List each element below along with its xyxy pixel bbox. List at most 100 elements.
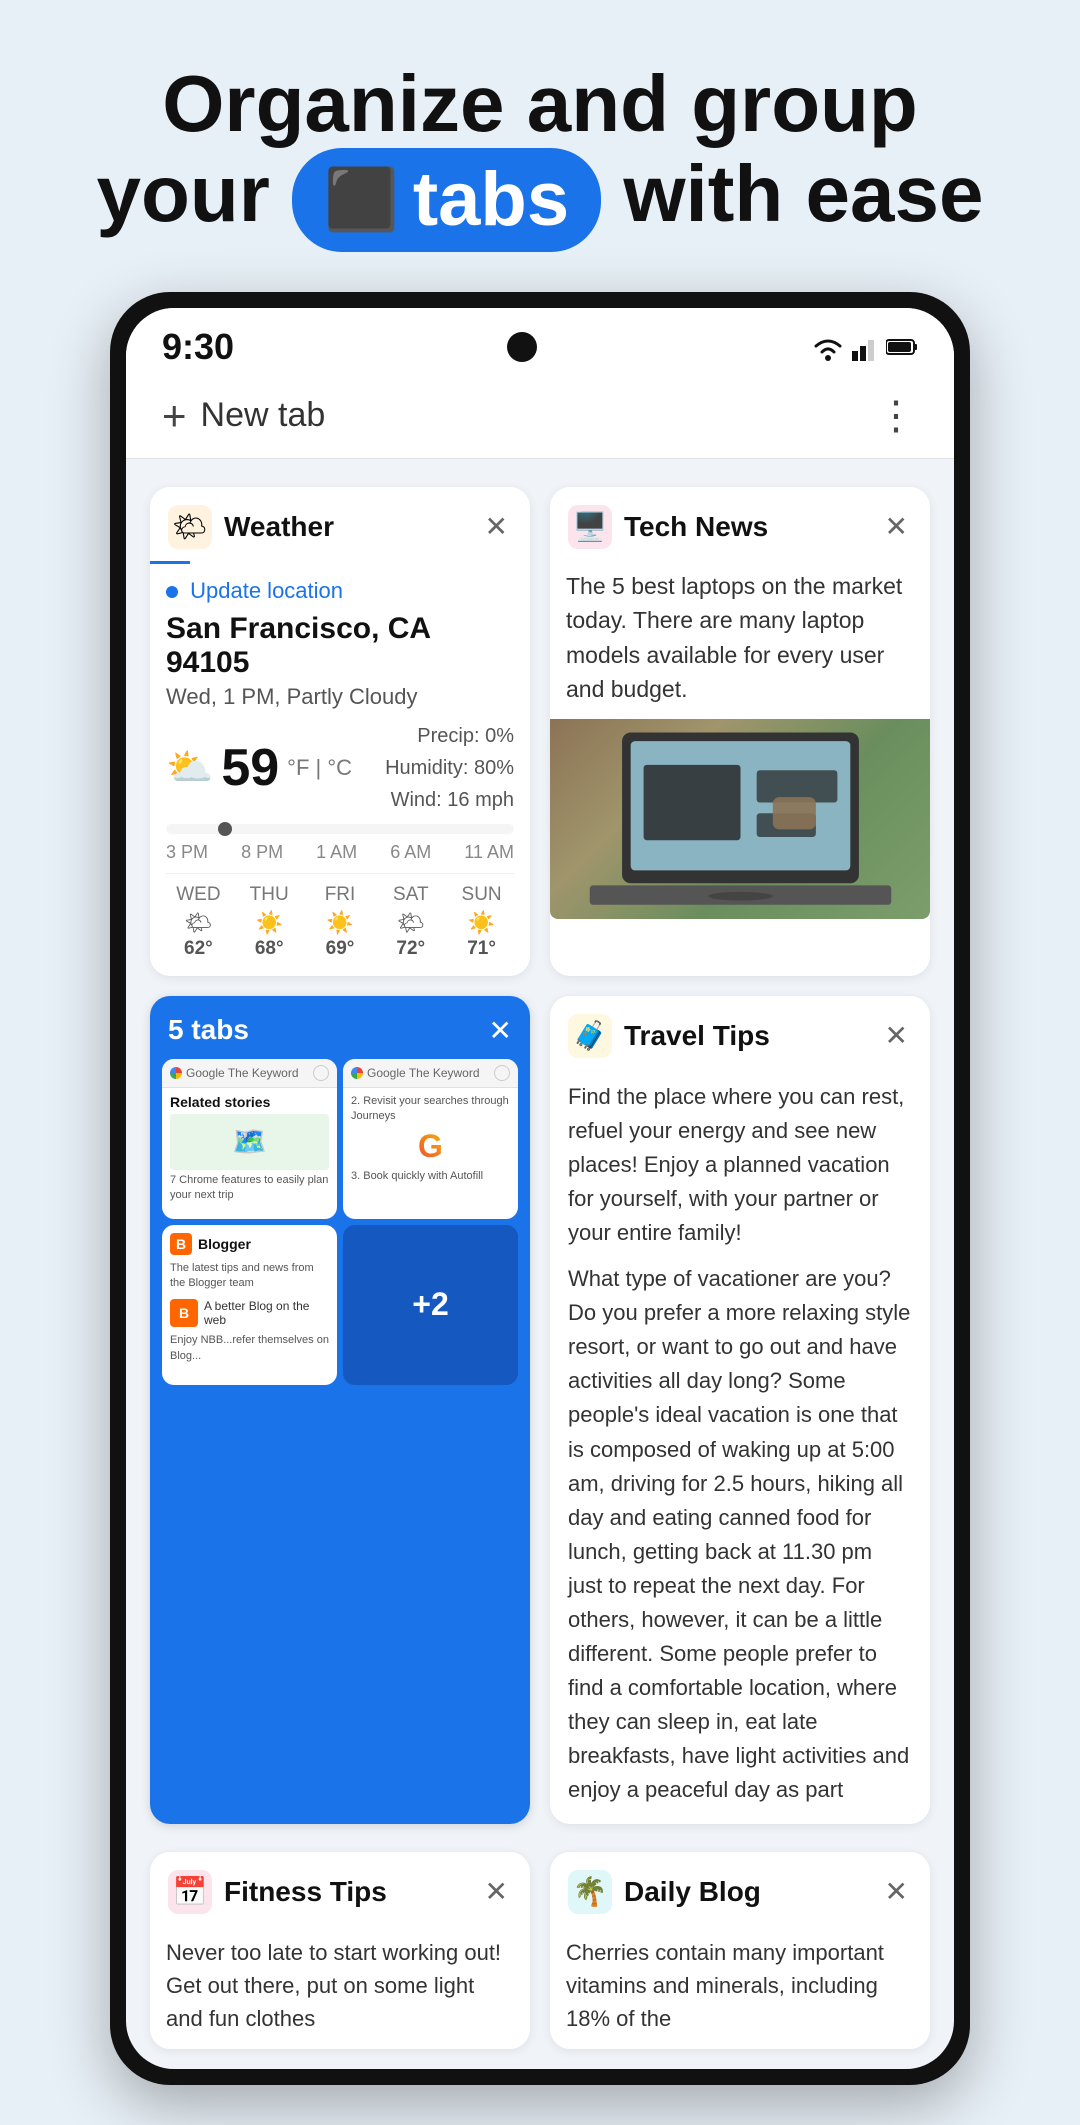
blogger-title: Blogger — [198, 1236, 251, 1252]
mini-tab-1-content: Related stories 🗺️ 7 Chrome features to … — [162, 1088, 337, 1210]
mini-plus2[interactable]: +2 — [343, 1225, 518, 1385]
mini-tab-2-content: 2. Revisit your searches through Journey… — [343, 1088, 518, 1191]
blog-content: Cherries contain many important vitamins… — [550, 1926, 930, 2049]
update-dot — [166, 586, 178, 598]
google-favicon-2 — [351, 1067, 363, 1079]
status-time: 9:30 — [162, 326, 234, 368]
blog-card-header: 🌴 Daily Blog ✕ — [550, 1852, 930, 1926]
fitness-tips-card[interactable]: 📅 Fitness Tips ✕ Never too late to start… — [150, 1852, 530, 2049]
blogger-post: B A better Blog on the web — [170, 1299, 329, 1327]
status-bar: 9:30 — [126, 308, 954, 378]
tech-news-icon: 🖥️ — [568, 505, 612, 549]
weather-tab-card[interactable]: 🌤 Weather ✕ Update location San Francisc… — [150, 487, 530, 976]
mini-tab-1[interactable]: Google The Keyword Related stories 🗺️ 7 … — [162, 1059, 337, 1219]
blogger-icon: B — [170, 1233, 192, 1255]
fitness-close-button[interactable]: ✕ — [481, 1871, 512, 1912]
tab-badge-icon: ⬛ — [324, 167, 399, 233]
blog-close-button[interactable]: ✕ — [881, 1871, 912, 1912]
blog-card-title: Daily Blog — [624, 1876, 869, 1908]
tabs-group-close-button[interactable]: ✕ — [489, 1014, 512, 1047]
travel-card-title: Travel Tips — [624, 1020, 869, 1052]
fitness-content: Never too late to start working out! Get… — [150, 1926, 530, 2049]
weather-card-header: 🌤 Weather ✕ — [150, 487, 530, 561]
weather-update-location[interactable]: Update location — [166, 578, 514, 604]
travel-tips-tab-card[interactable]: 🧳 Travel Tips ✕ Find the place where you… — [550, 996, 930, 1824]
temp-unit: °F | °C — [287, 755, 352, 781]
travel-icon: 🧳 — [568, 1014, 612, 1058]
blogger-excerpt: Enjoy NBB...refer themselves on Blog... — [170, 1333, 329, 1364]
timeline-labels: 3 PM 8 PM 1 AM 6 AM 11 AM — [166, 842, 514, 863]
blogger-header: B Blogger — [170, 1233, 329, 1255]
phone-mockup: 9:30 — [110, 292, 970, 2085]
hero-section: Organize and group your ⬛ tabs with ease — [0, 0, 1080, 292]
new-tab-button[interactable]: + New tab — [162, 392, 325, 440]
forecast-sun: SUN ☀️ 71° — [449, 884, 514, 960]
travel-close-button[interactable]: ✕ — [881, 1015, 912, 1056]
weather-content: Update location San Francisco, CA 94105 … — [150, 570, 530, 976]
forecast-sat: SAT 🌤 72° — [378, 884, 443, 960]
weather-forecast: WED 🌤 62° THU ☀️ 68° FRI ☀️ — [166, 873, 514, 960]
signal-icon — [852, 333, 880, 361]
tech-close-button[interactable]: ✕ — [881, 506, 912, 547]
tech-article-text: The 5 best laptops on the market today. … — [566, 569, 914, 707]
tab-grid: 🌤 Weather ✕ Update location San Francisc… — [126, 459, 954, 1852]
google-favicon-1 — [170, 1067, 182, 1079]
fitness-card-header: 📅 Fitness Tips ✕ — [150, 1852, 530, 1926]
blogger-text: The latest tips and news from the Blogge… — [170, 1261, 329, 1292]
weather-location: San Francisco, CA 94105 — [166, 612, 514, 680]
camera-dot — [507, 332, 537, 362]
phone-screen: 9:30 — [126, 308, 954, 2069]
hero-title-line1: Organize and group your ⬛ tabs with ease — [60, 60, 1020, 252]
weather-details: Precip: 0% Humidity: 80% Wind: 16 mph — [385, 720, 514, 816]
tabs-count-label: 5 tabs — [168, 1014, 477, 1046]
tabs-group-card[interactable]: 5 tabs ✕ Google The Keyword R — [150, 996, 530, 1824]
mini-search-1 — [313, 1065, 329, 1081]
mini-tab-blogger[interactable]: B Blogger The latest tips and news from … — [162, 1225, 337, 1385]
blogger-post-icon: B — [170, 1299, 198, 1327]
weather-temp-left: ⛅ 59 °F | °C — [166, 738, 352, 798]
travel-card-header: 🧳 Travel Tips ✕ — [550, 996, 930, 1070]
weather-timeline — [166, 824, 514, 834]
daily-blog-icon: 🌴 — [568, 1870, 612, 1914]
plus-icon: + — [162, 392, 187, 440]
mini-tab-1-image: 🗺️ — [170, 1114, 329, 1170]
mini-tab-2-url: Google The Keyword — [367, 1066, 480, 1080]
mini-tab-2[interactable]: Google The Keyword 2. Revisit your searc… — [343, 1059, 518, 1219]
fitness-icon: 📅 — [168, 1870, 212, 1914]
weather-underline — [150, 561, 190, 564]
timeline-marker — [218, 822, 232, 836]
weather-temperature: 59 — [221, 738, 279, 798]
fitness-card-title: Fitness Tips — [224, 1876, 469, 1908]
bottom-cards: 📅 Fitness Tips ✕ Never too late to start… — [126, 1852, 954, 2069]
weather-close-button[interactable]: ✕ — [481, 506, 512, 547]
forecast-wed: WED 🌤 62° — [166, 884, 231, 960]
tech-card-header: 🖥️ Tech News ✕ — [550, 487, 930, 561]
phone-wrapper: 9:30 — [0, 292, 1080, 2125]
mini-tab-1-url: Google The Keyword — [186, 1066, 299, 1080]
weather-temp-row: ⛅ 59 °F | °C Precip: 0% Humidity: 80% Wi… — [166, 720, 514, 816]
weather-emoji: ⛅ — [166, 746, 213, 790]
battery-icon — [886, 338, 918, 356]
status-icons — [810, 332, 918, 362]
tech-laptop-image — [550, 719, 930, 919]
mini-tab-1-header: Google The Keyword — [162, 1059, 337, 1088]
tabs-group-header: 5 tabs ✕ — [150, 996, 530, 1059]
laptop-svg — [579, 719, 902, 919]
mini-tab-2-header: Google The Keyword — [343, 1059, 518, 1088]
tech-news-tab-card[interactable]: 🖥️ Tech News ✕ The 5 best laptops on the… — [550, 487, 930, 976]
weather-card-title: Weather — [224, 511, 469, 543]
more-menu-button[interactable]: ⋮ — [876, 393, 918, 439]
tech-card-title: Tech News — [624, 511, 869, 543]
tabs-mini-grid: Google The Keyword Related stories 🗺️ 7 … — [150, 1059, 530, 1397]
travel-content: Find the place where you can rest, refue… — [550, 1070, 930, 1824]
tech-content: The 5 best laptops on the market today. … — [550, 561, 930, 707]
daily-blog-card[interactable]: 🌴 Daily Blog ✕ Cherries contain many imp… — [550, 1852, 930, 2049]
forecast-fri: FRI ☀️ 69° — [308, 884, 373, 960]
wifi-icon — [810, 332, 846, 362]
weather-icon: 🌤 — [168, 505, 212, 549]
tabs-badge: ⬛ tabs — [292, 148, 601, 252]
weather-conditions: Wed, 1 PM, Partly Cloudy — [166, 684, 514, 710]
travel-text: Find the place where you can rest, refue… — [568, 1080, 912, 1808]
mini-search-2 — [494, 1065, 510, 1081]
forecast-thu: THU ☀️ 68° — [237, 884, 302, 960]
